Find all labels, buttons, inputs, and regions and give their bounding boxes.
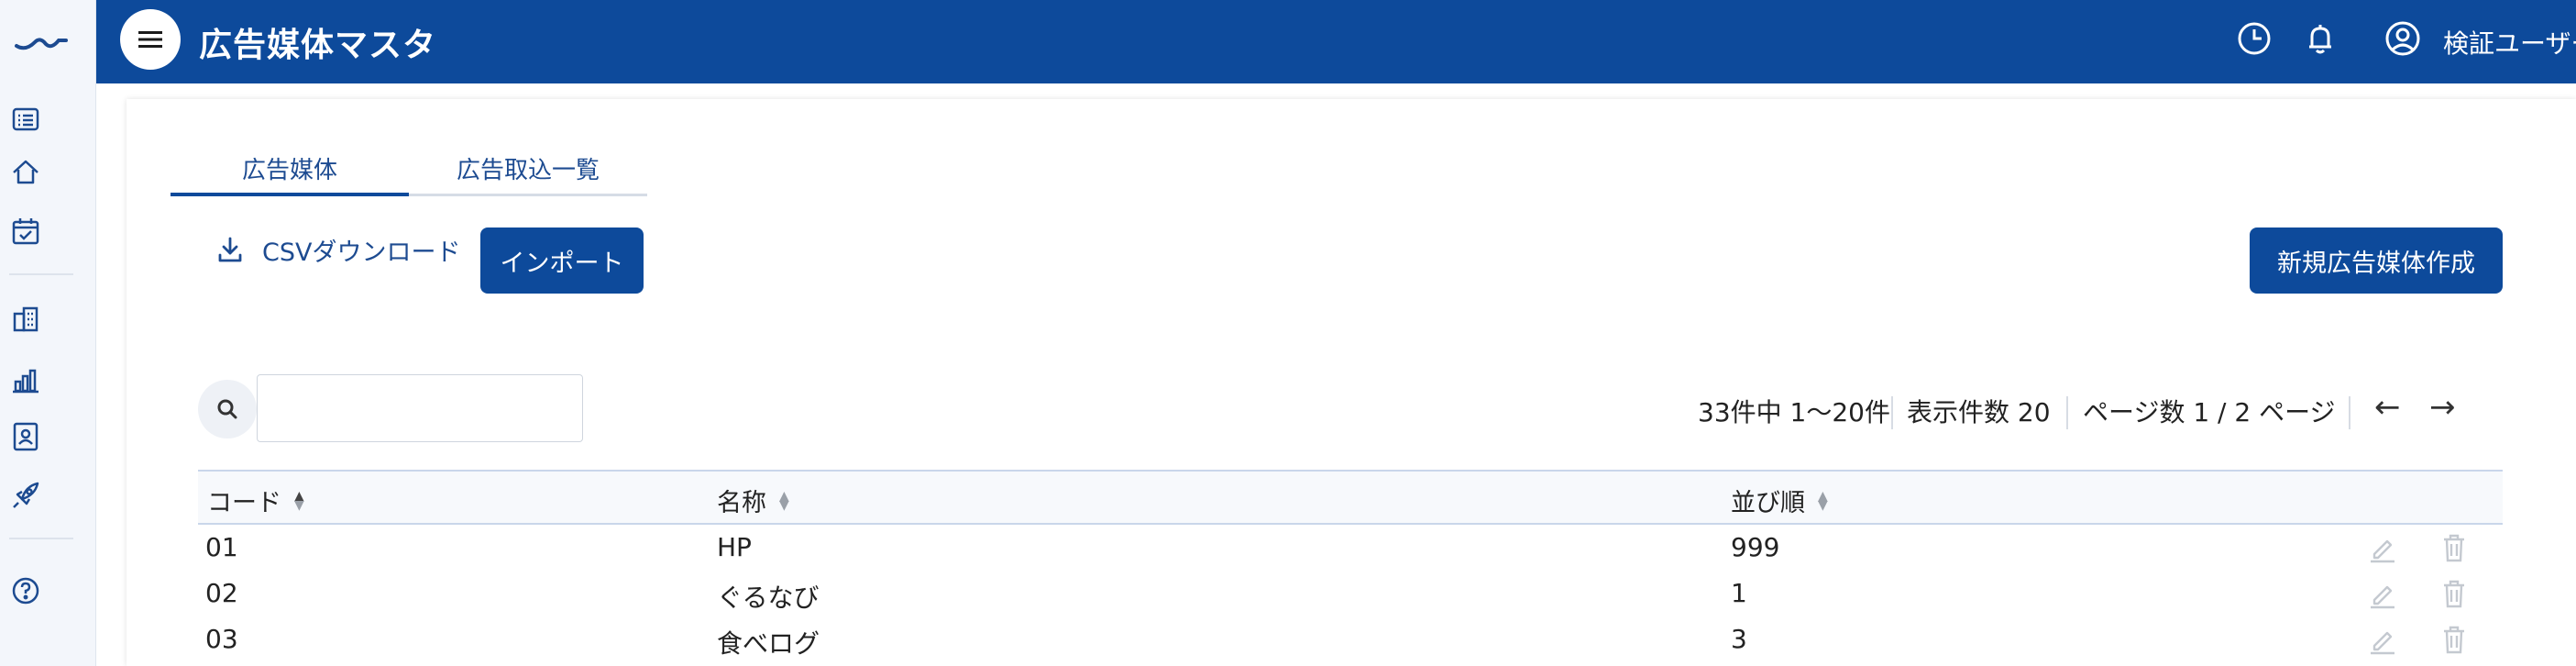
cell-code: 03 xyxy=(205,624,238,654)
tab-bar: 広告媒体 広告取込一覧 xyxy=(171,143,647,196)
contact-card-icon[interactable] xyxy=(9,420,42,453)
home-icon[interactable] xyxy=(9,156,42,189)
pagination: 33件中 1〜20件 表示件数 20 ページ数 1 / 2 ページ ← → xyxy=(127,389,2576,435)
table-row[interactable]: 03 食べログ 3 xyxy=(198,616,2503,662)
left-rail xyxy=(0,0,96,666)
user-circle-icon[interactable] xyxy=(2384,20,2421,57)
cell-order: 1 xyxy=(1731,578,1747,608)
trash-icon[interactable] xyxy=(2437,622,2471,657)
cell-code: 01 xyxy=(205,532,238,562)
trash-icon[interactable] xyxy=(2437,576,2471,611)
cell-code: 02 xyxy=(205,578,238,608)
rocket-icon[interactable] xyxy=(9,479,42,512)
bell-icon[interactable] xyxy=(2302,20,2339,57)
sort-icon: ▲ ▼ xyxy=(779,488,789,513)
hamburger-icon xyxy=(138,31,162,48)
tab-ad-media[interactable]: 広告媒体 xyxy=(171,143,409,196)
table-row[interactable]: 01 HP 999 xyxy=(198,525,2503,571)
csv-download-button[interactable]: CSVダウンロード xyxy=(215,226,460,273)
user-menu[interactable]: 検証ユーザー xyxy=(2443,24,2576,61)
table-row[interactable]: 02 ぐるなび 1 xyxy=(198,571,2503,616)
create-ad-media-button[interactable]: 新規広告媒体作成 xyxy=(2250,228,2503,294)
cell-name: 食べログ xyxy=(717,628,820,659)
app-logo[interactable] xyxy=(13,28,79,55)
download-icon xyxy=(218,237,242,262)
result-count: 33件中 1〜20件 xyxy=(1698,397,1890,427)
next-page-arrow-icon[interactable]: → xyxy=(2429,389,2456,426)
history-icon[interactable] xyxy=(2236,20,2273,57)
edit-icon[interactable] xyxy=(2365,622,2400,657)
cell-order: 999 xyxy=(1731,532,1780,562)
edit-icon[interactable] xyxy=(2365,576,2400,611)
building-icon[interactable] xyxy=(9,303,42,336)
page-title: 広告媒体マスタ xyxy=(199,27,437,64)
cell-name: ぐるなび xyxy=(717,583,820,613)
tab-ad-import-list[interactable]: 広告取込一覧 xyxy=(409,143,647,196)
cell-order: 3 xyxy=(1731,624,1747,654)
cell-name: HP xyxy=(717,532,752,562)
calendar-check-icon[interactable] xyxy=(9,215,42,248)
bar-chart-icon[interactable] xyxy=(9,363,42,396)
column-header-order[interactable]: 並び順 ▲ ▼ xyxy=(1731,483,1828,518)
edit-icon[interactable] xyxy=(2365,530,2400,565)
import-button[interactable]: インポート xyxy=(480,228,644,294)
top-header: 広告媒体マスタ 検証ユーザー xyxy=(96,0,2576,83)
page-indicator: ページ数 1 / 2 ページ xyxy=(2083,397,2336,427)
list-icon[interactable] xyxy=(9,103,42,136)
table-header: コード ▲ ▼ 名称 ▲ ▼ 並び順 ▲ ▼ xyxy=(198,470,2503,525)
help-icon[interactable] xyxy=(9,574,42,607)
sort-icon: ▲ ▼ xyxy=(1818,488,1828,513)
csv-download-label: CSVダウンロード xyxy=(262,238,461,267)
trash-icon[interactable] xyxy=(2437,530,2471,565)
page-size-selector[interactable]: 表示件数 20 xyxy=(1907,393,2051,429)
main-panel: 広告媒体 広告取込一覧 CSVダウンロード インポート 新規広告媒体作成 33件… xyxy=(127,99,2576,666)
sort-asc-icon: ▲ ▼ xyxy=(294,488,304,513)
column-header-code[interactable]: コード ▲ ▼ xyxy=(207,483,304,518)
prev-page-arrow-icon[interactable]: ← xyxy=(2374,389,2401,426)
column-header-name[interactable]: 名称 ▲ ▼ xyxy=(717,483,789,518)
menu-button[interactable] xyxy=(120,9,181,70)
